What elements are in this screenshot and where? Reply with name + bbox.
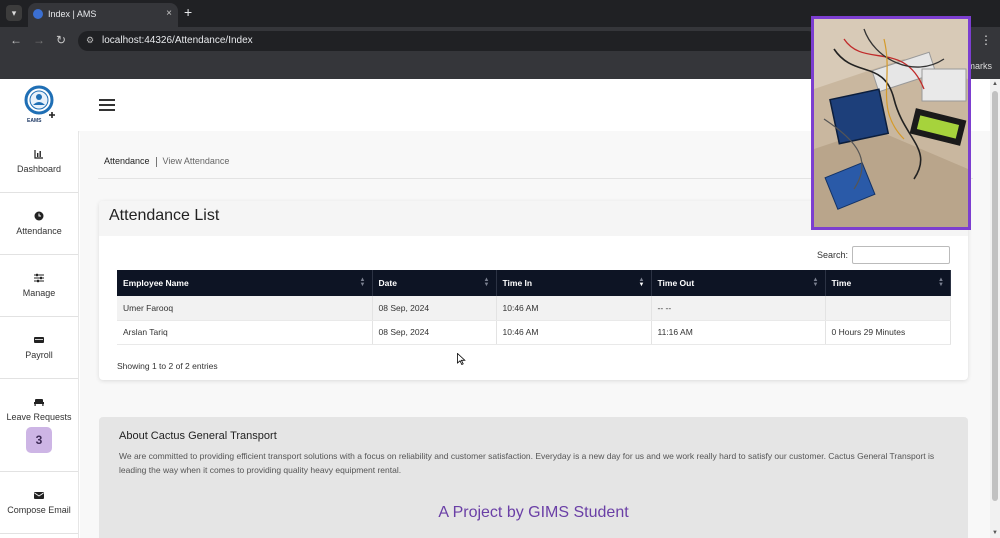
column-header-time-out[interactable]: Time Out ▲ ▼: [651, 270, 826, 296]
tab-close-icon[interactable]: ×: [166, 3, 172, 25]
cell-time: [825, 296, 951, 321]
sidebar-item-label: Leave Requests: [6, 412, 72, 422]
cell-time: 0 Hours 29 Minutes: [825, 320, 951, 345]
about-title: About Cactus General Transport: [119, 430, 277, 442]
site-info-icon[interactable]: ⚙: [86, 35, 94, 46]
column-header-time-in[interactable]: Time In ▲ ▼: [496, 270, 652, 296]
scroll-thumb[interactable]: [992, 91, 998, 501]
webcam-overlay-photo: [811, 16, 971, 230]
sidebar: Dashboard Attendance Manage Payroll Leav…: [0, 131, 79, 538]
cell-time-out: 11:16 AM: [651, 320, 826, 345]
tab-search-button[interactable]: ▾: [6, 5, 22, 21]
cell-date: 08 Sep, 2024: [372, 320, 497, 345]
search-input[interactable]: [852, 246, 950, 264]
cell-time-in: 10:46 AM: [496, 296, 652, 321]
cell-time-in: 10:46 AM: [496, 320, 652, 345]
about-section: About Cactus General Transport We are co…: [99, 417, 968, 538]
scroll-down-icon[interactable]: ▼: [992, 530, 998, 536]
breadcrumb-parent[interactable]: Attendance: [104, 156, 150, 166]
sidebar-item-label: Manage: [22, 288, 56, 298]
sidebar-item-manage[interactable]: Manage: [0, 255, 78, 317]
new-tab-button[interactable]: +: [184, 4, 192, 20]
sliders-icon: [34, 273, 44, 283]
about-text: We are committed to providing efficient …: [119, 451, 935, 475]
table-row: Arslan Tariq 08 Sep, 2024 10:46 AM 11:16…: [117, 320, 951, 345]
column-header-employee-name[interactable]: Employee Name ▲ ▼: [117, 270, 373, 296]
bar-chart-icon: [34, 150, 43, 159]
cell-time-out: -- --: [651, 296, 826, 321]
breadcrumb-current: View Attendance: [162, 156, 230, 166]
envelope-icon: [34, 492, 44, 499]
search-label: Search:: [817, 250, 849, 260]
browser-menu-icon[interactable]: ⋮: [980, 33, 992, 47]
app-logo[interactable]: EAMS: [22, 85, 58, 125]
sidebar-item-payroll[interactable]: Payroll: [0, 317, 78, 379]
menu-toggle-icon[interactable]: [99, 99, 115, 111]
sidebar-item-label: Dashboard: [16, 164, 62, 174]
bed-icon: [34, 399, 44, 406]
browser-tab[interactable]: Index | AMS ×: [28, 3, 178, 27]
sidebar-item-label: Payroll: [25, 350, 53, 360]
cell-employee-name: Umer Farooq: [117, 296, 373, 321]
table-info: Showing 1 to 2 of 2 entries: [117, 361, 218, 371]
url-field[interactable]: ⚙ localhost:44326/Attendance/Index: [78, 31, 818, 51]
attendance-table: Employee Name ▲ ▼ Date ▲ ▼ Time In ▲ ▼ Time Ou…: [117, 270, 951, 345]
page-scrollbar[interactable]: ▲ ▼: [990, 79, 1000, 538]
cell-date: 08 Sep, 2024: [372, 296, 497, 321]
sort-icon: ▲ ▼: [812, 277, 819, 288]
forward-icon[interactable]: →: [33, 33, 45, 47]
favicon-icon: [33, 9, 43, 19]
tab-title: Index | AMS: [48, 9, 97, 19]
sidebar-item-label: Compose Email: [7, 505, 71, 515]
back-icon[interactable]: ←: [10, 33, 22, 47]
sidebar-item-leave-requests[interactable]: Leave Requests 3: [0, 379, 78, 472]
scroll-up-icon[interactable]: ▲: [992, 81, 998, 87]
sort-icon: ▲ ▼: [938, 277, 944, 288]
clock-icon: [34, 211, 44, 221]
sort-icon: ▲ ▼: [638, 277, 645, 288]
breadcrumb: Attendance View Attendance: [104, 156, 229, 167]
page-title: Attendance List: [109, 207, 220, 224]
column-header-time[interactable]: Time ▲ ▼: [825, 270, 951, 296]
mouse-cursor-icon: [457, 353, 466, 365]
leave-requests-badge: 3: [26, 427, 52, 453]
sidebar-item-attendance[interactable]: Attendance: [0, 193, 78, 255]
sidebar-item-label: Attendance: [16, 226, 62, 236]
table-row: Umer Farooq 08 Sep, 2024 10:46 AM -- --: [117, 296, 951, 321]
reload-icon[interactable]: ↻: [56, 33, 66, 47]
all-bookmarks-link[interactable]: marks: [968, 61, 993, 71]
sort-icon: ▲ ▼: [359, 277, 366, 288]
project-credit: A Project by GIMS Student: [438, 504, 629, 521]
sidebar-item-compose-email[interactable]: Compose Email: [0, 472, 78, 534]
cell-employee-name: Arslan Tariq: [117, 320, 373, 345]
url-text: localhost:44326/Attendance/Index: [102, 35, 253, 46]
logo-text: EAMS: [27, 118, 42, 124]
money-icon: [34, 337, 44, 343]
sort-icon: ▲ ▼: [483, 277, 490, 288]
sidebar-item-dashboard[interactable]: Dashboard: [0, 131, 78, 193]
column-header-date[interactable]: Date ▲ ▼: [372, 270, 497, 296]
